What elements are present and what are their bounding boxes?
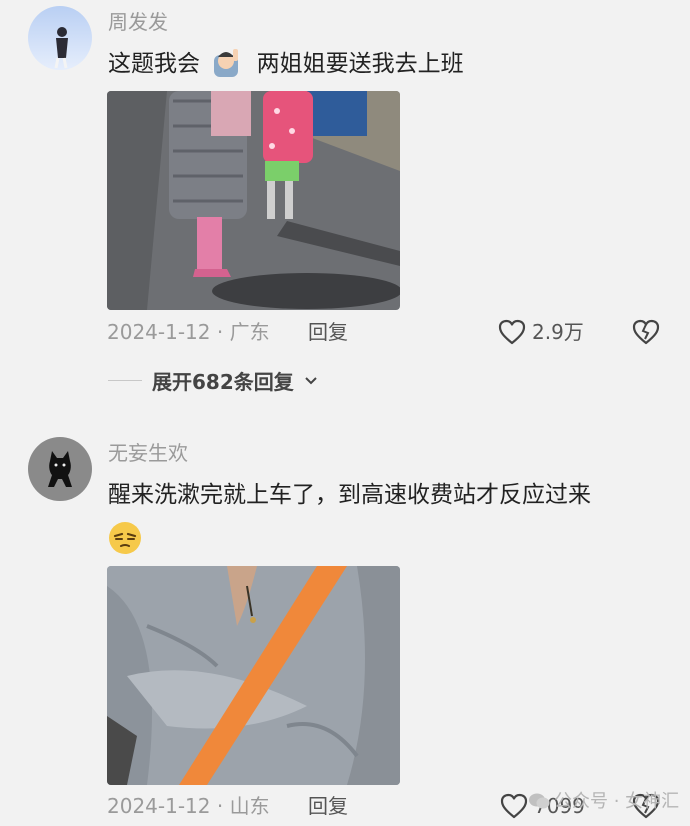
heart-icon bbox=[500, 793, 528, 819]
reply-button[interactable]: 回复 bbox=[308, 320, 348, 344]
comment-photo[interactable] bbox=[107, 91, 400, 310]
bathrobe-seatbelt-image bbox=[107, 566, 400, 785]
like-count: 2.9万 bbox=[532, 320, 584, 344]
comment-text-part1: 这题我会 bbox=[108, 51, 200, 77]
avatar[interactable] bbox=[28, 437, 92, 501]
heart-icon bbox=[498, 319, 526, 345]
comment-date-location: 2024-1-12 · 山东 bbox=[107, 794, 270, 818]
comment-date-location: 2024-1-12 · 广东 bbox=[107, 320, 270, 344]
squinting-face-emoji bbox=[108, 521, 142, 555]
like-button[interactable]: 2.9万 bbox=[498, 319, 584, 345]
username[interactable]: 无妄生欢 bbox=[108, 441, 188, 465]
comment-text: 这题我会 两姐姐要送我去上班 bbox=[108, 47, 464, 80]
comment-feed: 周发发 这题我会 两姐姐要送我去上班 2024-1-12 · 广东 回复 2.9… bbox=[0, 0, 690, 826]
divider-line bbox=[108, 380, 142, 381]
watermark: 公众号 · 女神汇 bbox=[528, 791, 679, 813]
chevron-down-icon bbox=[305, 376, 317, 384]
wechat-icon bbox=[529, 793, 550, 809]
avatar[interactable] bbox=[28, 6, 92, 70]
dislike-button[interactable] bbox=[632, 319, 660, 349]
raising-hand-emoji bbox=[211, 47, 241, 77]
comment-text-part2: 两姐姐要送我去上班 bbox=[256, 51, 464, 77]
expand-replies-button[interactable]: 展开682条回复 bbox=[108, 366, 318, 395]
username[interactable]: 周发发 bbox=[108, 10, 168, 34]
watermark-text: 公众号 · 女神汇 bbox=[554, 791, 680, 812]
reply-button[interactable]: 回复 bbox=[308, 794, 348, 818]
comment-photo[interactable] bbox=[107, 566, 400, 785]
user-avatar-image bbox=[28, 6, 92, 70]
expand-replies-label: 展开682条回复 bbox=[152, 370, 294, 394]
comment-text: 醒来洗漱完就上车了，到高速收费站才反应过来 bbox=[108, 482, 591, 508]
broken-heart-icon bbox=[632, 319, 660, 345]
black-cat-avatar-image bbox=[28, 437, 92, 501]
children-on-road-image bbox=[107, 91, 400, 310]
